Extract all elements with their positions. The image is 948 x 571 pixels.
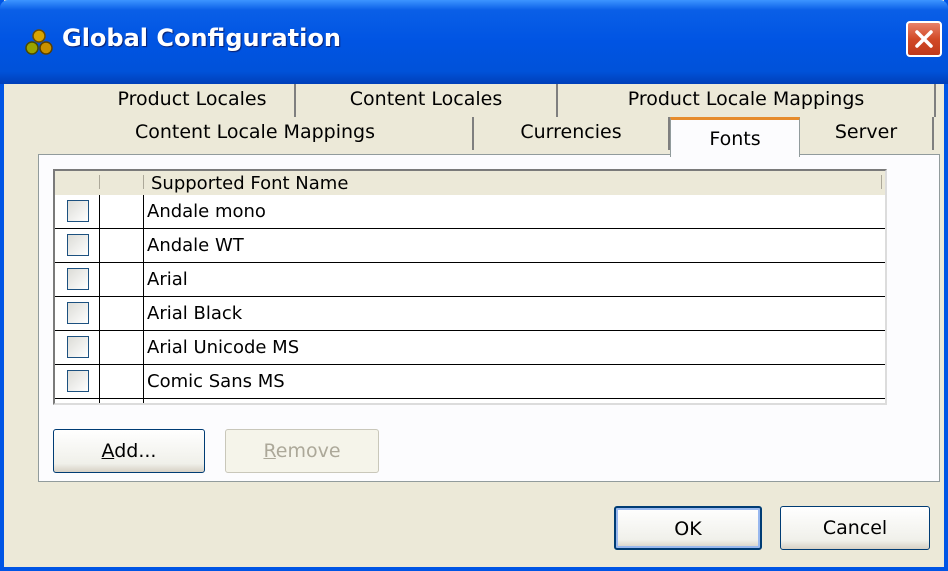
- table-row[interactable]: Arial Unicode MS: [55, 331, 885, 365]
- row-checkbox[interactable]: [67, 336, 89, 358]
- blank-cell: [100, 331, 144, 364]
- checkbox-cell: [55, 365, 100, 398]
- table-row[interactable]: Arial Black: [55, 297, 885, 331]
- font-name-cell[interactable]: Andale mono: [145, 195, 266, 228]
- font-name-cell[interactable]: Arial: [145, 263, 188, 296]
- checkbox-cell: [55, 263, 100, 296]
- column-separator: [143, 175, 144, 189]
- column-header-font-name[interactable]: Supported Font Name: [151, 171, 348, 197]
- remove-button[interactable]: Remove: [225, 429, 379, 473]
- table-row[interactable]: Andale WT: [55, 229, 885, 263]
- fonts-table: Supported Font Name Andale mono Andale W…: [53, 169, 887, 405]
- tab-content-locale-mappings[interactable]: Content Locale Mappings: [38, 117, 474, 150]
- close-icon: [915, 30, 933, 48]
- checkbox-cell: [55, 331, 100, 364]
- add-button[interactable]: Add...: [53, 429, 205, 473]
- cancel-button[interactable]: Cancel: [780, 506, 930, 550]
- row-checkbox[interactable]: [67, 370, 89, 392]
- tab-product-locale-mappings[interactable]: Product Locale Mappings: [558, 84, 936, 117]
- remove-mnemonic: R: [263, 440, 276, 462]
- fonts-panel: Supported Font Name Andale mono Andale W…: [38, 154, 940, 482]
- font-name-cell[interactable]: Comic Sans MS: [145, 365, 285, 398]
- dialog-content: Product Locales Content Locales Product …: [4, 84, 944, 567]
- table-row[interactable]: Andale mono: [55, 195, 885, 229]
- blank-cell: [100, 365, 144, 398]
- tab-content-locales[interactable]: Content Locales: [296, 84, 558, 117]
- row-checkbox[interactable]: [67, 234, 89, 256]
- table-row[interactable]: Comic Sans MS: [55, 365, 885, 399]
- font-name-cell[interactable]: Andale WT: [145, 229, 244, 262]
- blank-cell: [100, 263, 144, 296]
- remove-label: emove: [275, 440, 341, 462]
- app-icon: [25, 29, 53, 55]
- column-separator: [881, 175, 882, 189]
- column-separator: [99, 175, 100, 189]
- dialog-window: Global Configuration Product Locales Con…: [0, 0, 948, 571]
- checkbox-cell: [55, 229, 100, 262]
- blank-cell: [100, 195, 144, 228]
- tab-server[interactable]: Server: [800, 117, 934, 150]
- row-checkbox[interactable]: [67, 200, 89, 222]
- table-header: Supported Font Name: [55, 171, 885, 195]
- title-bar[interactable]: Global Configuration: [0, 0, 948, 84]
- row-checkbox[interactable]: [67, 268, 89, 290]
- tab-product-locales[interactable]: Product Locales: [90, 84, 296, 117]
- add-mnemonic: A: [101, 440, 115, 462]
- ok-button[interactable]: OK: [614, 506, 762, 550]
- tab-fonts[interactable]: Fonts: [670, 117, 800, 157]
- table-row: [55, 399, 885, 403]
- table-row[interactable]: Arial: [55, 263, 885, 297]
- blank-cell: [100, 399, 144, 403]
- tab-currencies[interactable]: Currencies: [474, 117, 670, 150]
- font-name-cell[interactable]: Arial Unicode MS: [145, 331, 299, 364]
- add-label: dd...: [114, 440, 157, 462]
- checkbox-cell: [55, 399, 100, 403]
- window-title: Global Configuration: [62, 24, 341, 52]
- blank-cell: [100, 229, 144, 262]
- blank-cell: [100, 297, 144, 330]
- row-checkbox[interactable]: [67, 302, 89, 324]
- font-name-cell[interactable]: Arial Black: [145, 297, 242, 330]
- checkbox-cell: [55, 297, 100, 330]
- checkbox-cell: [55, 195, 100, 228]
- close-button[interactable]: [906, 21, 942, 57]
